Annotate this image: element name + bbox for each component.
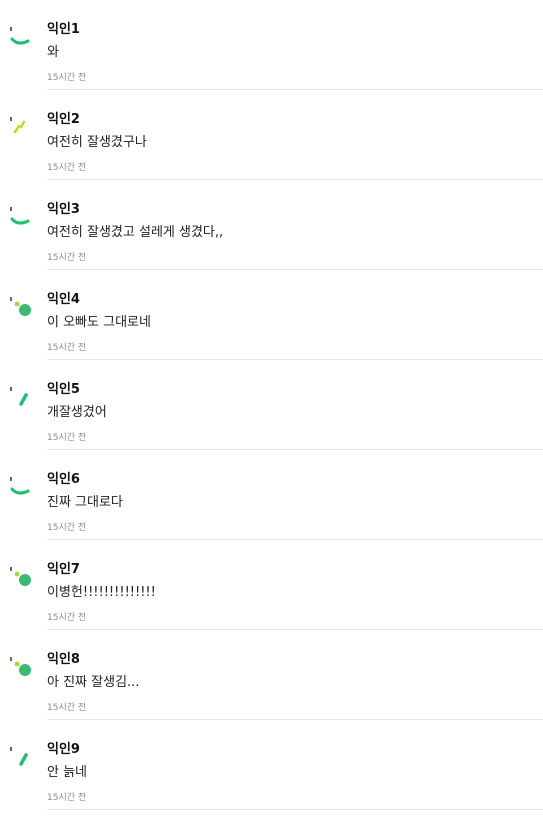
comment-item: 익인5 개잘생겼어 15시간 전 [0,360,543,450]
comment-time: 15시간 전 [47,793,87,803]
comment-text: 와 [47,45,59,60]
comment-list: 익인1 와 15시간 전 익인2 여전히 잘생겼구나 15시간 전 익인3 여전… [0,0,543,810]
comment-text: 여전히 잘생겼고 설레게 생겼다,, [47,225,224,240]
comment-author[interactable]: 익인2 [47,108,80,127]
comment-item: 익인4 이 오빠도 그대로네 15시간 전 [0,270,543,360]
comment-text: 이병헌!!!!!!!!!!!!!! [47,585,156,600]
green-dots-avatar-icon[interactable] [8,564,38,594]
comment-author[interactable]: 익인8 [47,648,80,667]
divider [47,809,543,810]
comment-author[interactable]: 익인5 [47,378,80,397]
comment-item: 익인1 와 15시간 전 [0,0,543,90]
green-arc-avatar-icon[interactable] [8,474,38,504]
comment-author[interactable]: 익인6 [47,468,80,487]
comment-item: 익인2 여전히 잘생겼구나 15시간 전 [0,90,543,180]
comment-text: 진짜 그대로다 [47,495,123,510]
comment-text: 여전히 잘생겼구나 [47,135,147,150]
comment-author[interactable]: 익인1 [47,18,80,37]
green-arc-avatar-icon[interactable] [8,204,38,234]
comment-time: 15시간 전 [47,523,87,533]
comment-item: 익인3 여전히 잘생겼고 설레게 생겼다,, 15시간 전 [0,180,543,270]
green-dots-avatar-icon[interactable] [8,294,38,324]
yellow-dash-avatar-icon[interactable] [8,114,38,144]
green-slash-avatar-icon[interactable] [8,384,38,414]
comment-author[interactable]: 익인3 [47,198,80,217]
green-arc-avatar-icon[interactable] [8,24,38,54]
comment-text: 아 진짜 잘생김... [47,675,140,690]
comment-time: 15시간 전 [47,433,87,443]
comment-text: 안 늙네 [47,765,88,780]
comment-author[interactable]: 익인4 [47,288,80,307]
comment-time: 15시간 전 [47,703,87,713]
comment-time: 15시간 전 [47,343,87,353]
comment-text: 이 오빠도 그대로네 [47,315,151,330]
comment-time: 15시간 전 [47,73,87,83]
comment-item: 익인9 안 늙네 15시간 전 [0,720,543,810]
comment-item: 익인6 진짜 그대로다 15시간 전 [0,450,543,540]
green-slash-avatar-icon[interactable] [8,744,38,774]
comment-item: 익인8 아 진짜 잘생김... 15시간 전 [0,630,543,720]
comment-item: 익인7 이병헌!!!!!!!!!!!!!! 15시간 전 [0,540,543,630]
comment-author[interactable]: 익인7 [47,558,80,577]
comment-time: 15시간 전 [47,613,87,623]
comment-time: 15시간 전 [47,163,87,173]
comment-time: 15시간 전 [47,253,87,263]
comment-text: 개잘생겼어 [47,405,107,420]
green-dots-avatar-icon[interactable] [8,654,38,684]
comment-author[interactable]: 익인9 [47,738,80,757]
